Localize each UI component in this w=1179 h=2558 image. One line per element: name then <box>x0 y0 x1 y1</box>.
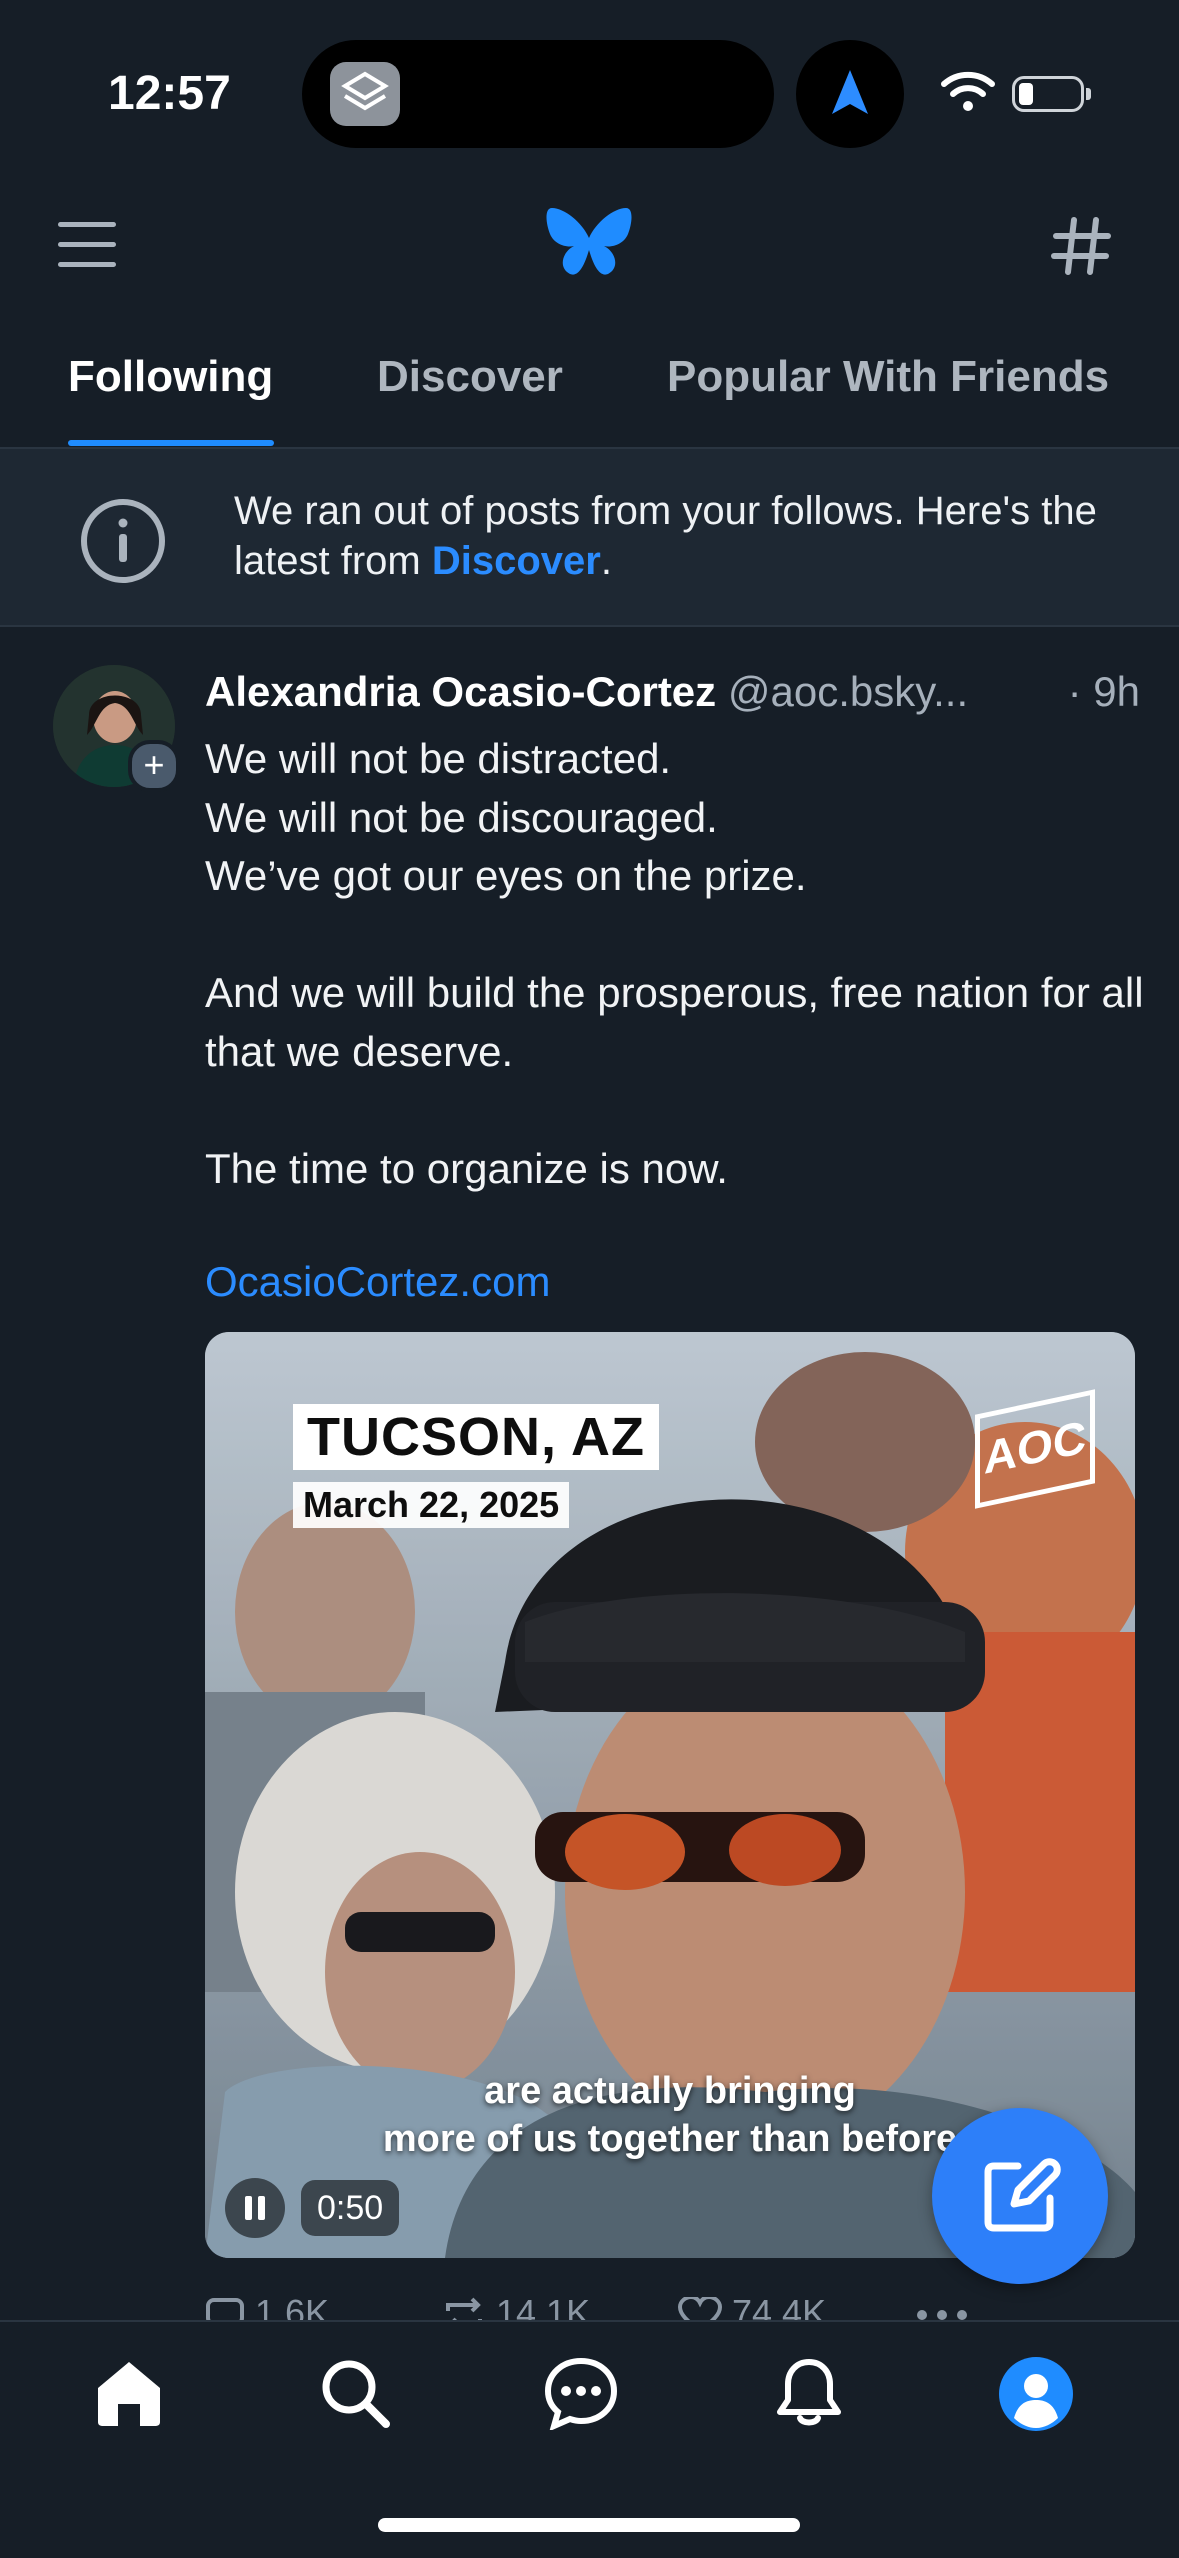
nav-notifications[interactable] <box>772 2356 846 2435</box>
info-icon <box>78 496 168 591</box>
post-time: · 9h <box>1067 668 1140 715</box>
post-link[interactable]: OcasioCortez.com <box>205 1258 550 1306</box>
pause-icon <box>245 2196 265 2220</box>
post-line: We will not be distracted. <box>205 735 672 782</box>
banner-text: We ran out of posts from your follows. H… <box>234 489 1097 583</box>
compose-button[interactable] <box>932 2108 1108 2284</box>
tab-following[interactable]: Following <box>68 352 273 402</box>
feeds-button[interactable] <box>1050 214 1114 283</box>
video-duration: 0:50 <box>301 2180 400 2236</box>
search-icon <box>322 2360 390 2428</box>
home-indicator <box>378 2518 800 2532</box>
hamburger-icon <box>58 222 116 267</box>
status-time: 12:57 <box>108 67 231 120</box>
post-line: We will not be discouraged. <box>205 793 718 841</box>
post-line: And we will build the prosperous, free n… <box>205 969 1144 1075</box>
post-line <box>205 1081 1145 1140</box>
compose-icon <box>984 2158 1061 2232</box>
nav-search[interactable] <box>318 2356 392 2435</box>
banner-message: We ran out of posts from your follows. H… <box>234 486 1134 586</box>
tab-discover[interactable]: Discover <box>377 352 563 402</box>
wifi-icon <box>940 70 996 119</box>
pause-button[interactable] <box>225 2178 285 2238</box>
post-line <box>205 906 1145 965</box>
author-name[interactable]: Alexandria Ocasio-Cortez <box>205 668 716 715</box>
nav-profile[interactable] <box>998 2356 1074 2437</box>
discover-link[interactable]: Discover <box>432 539 601 583</box>
video-location-label: TUCSON, AZ <box>293 1404 659 1470</box>
bell-icon <box>777 2359 841 2426</box>
follow-plus-icon[interactable]: + <box>128 740 180 792</box>
active-tab-indicator <box>68 440 274 446</box>
chat-icon <box>544 2357 618 2432</box>
battery-level <box>1019 83 1033 105</box>
post-text: We will not be distracted. We will not b… <box>205 730 1145 1198</box>
nav-home[interactable] <box>92 2356 166 2435</box>
butterfly-logo[interactable] <box>544 204 634 289</box>
post-line: The time to organize is now. <box>205 1144 728 1192</box>
hash-icon <box>1051 217 1111 275</box>
location-arrow-icon <box>796 40 904 148</box>
post-header: Alexandria Ocasio-Cortez @aoc.bsky... · … <box>205 668 1140 716</box>
video-date-label: March 22, 2025 <box>293 1482 570 1528</box>
layers-app-icon <box>330 62 400 126</box>
battery-nub <box>1086 88 1091 100</box>
home-icon <box>98 2362 160 2426</box>
banner-text-end: . <box>600 539 612 583</box>
author-handle[interactable]: @aoc.bsky... <box>728 668 968 715</box>
post-line: We’ve got our eyes on the prize. <box>205 852 807 899</box>
nav-chat[interactable] <box>544 2356 618 2435</box>
profile-icon <box>999 2357 1073 2431</box>
menu-button[interactable] <box>56 220 120 275</box>
tab-popular-with-friends[interactable]: Popular With Friends <box>667 352 1109 402</box>
video-caption-line: are actually bringing <box>484 2070 856 2112</box>
